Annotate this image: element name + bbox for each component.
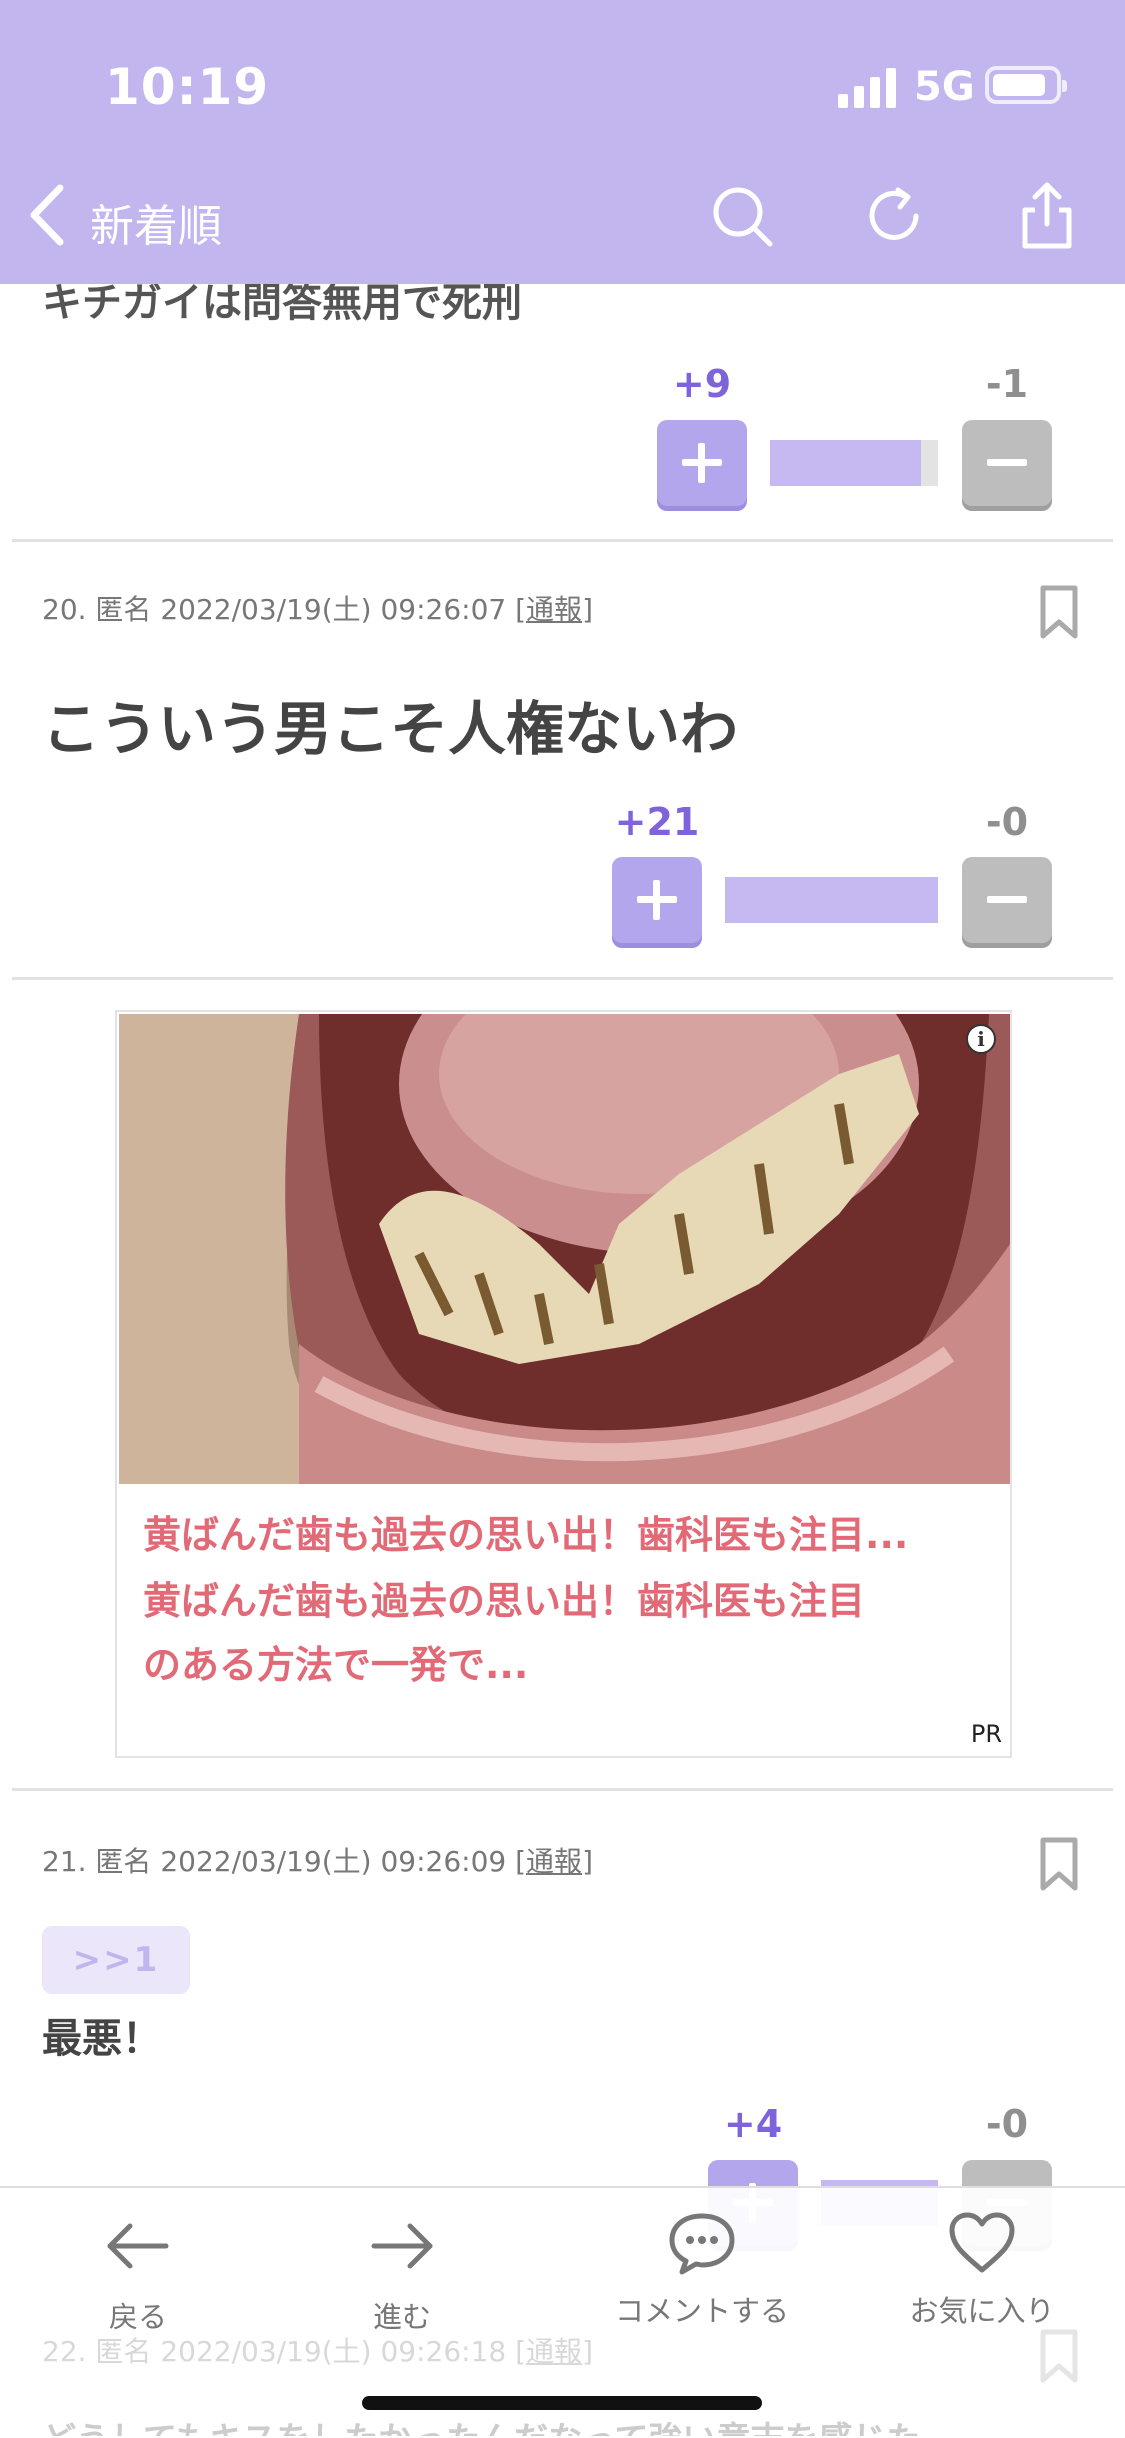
report-link[interactable]: 通報 <box>526 593 582 626</box>
post-meta-text: 21. 匿名 2022/03/19(土) 09:26:09 [ <box>42 1845 527 1878</box>
divider <box>12 977 1113 980</box>
post-body: こういう男こそ人権ないわ <box>42 695 739 763</box>
reload-icon[interactable] <box>860 180 932 252</box>
post-meta-text: 20. 匿名 2022/03/19(土) 09:26:07 [ <box>42 593 527 626</box>
network-label: 5G <box>914 64 975 110</box>
bookmark-icon[interactable] <box>1035 1834 1083 1894</box>
report-link[interactable]: 通報 <box>526 2335 582 2368</box>
battery-icon <box>985 66 1067 104</box>
vote-ratio-bar <box>770 440 938 486</box>
ad-image[interactable] <box>119 1014 1010 1484</box>
plus-count: +21 <box>614 800 700 844</box>
favorite-tab[interactable]: お気に入り <box>872 2210 1092 2330</box>
post-body-partial: どうしてもキスをしたかったんだなって強い意志を感じた <box>42 2412 921 2436</box>
back-label[interactable]: 新着順 <box>90 190 222 254</box>
minus-count: -1 <box>985 362 1029 406</box>
arrow-left-icon <box>107 2223 169 2269</box>
ad-headline[interactable]: 黄ばんだ歯も過去の思い出！歯科医も注目... <box>143 1504 908 1559</box>
plus-vote-button[interactable] <box>657 420 747 506</box>
post-meta-text: 22. 匿名 2022/03/19(土) 09:26:18 [ <box>42 2335 527 2368</box>
ad-card[interactable]: i 黄ばんだ歯も過去の思い出！歯科医も注目... 黄ばんだ歯も過去の思い出！歯科… <box>115 1010 1012 1758</box>
comment-tab-label: コメントする <box>614 2294 789 2328</box>
post-meta: 20. 匿名 2022/03/19(土) 09:26:07 [通報] <box>42 588 593 628</box>
post-meta: 22. 匿名 2022/03/19(土) 09:26:18 [通報] <box>42 2330 593 2370</box>
share-icon[interactable] <box>1011 180 1083 252</box>
post-meta-suffix: ] <box>582 1845 593 1878</box>
comment-icon <box>669 2213 735 2275</box>
bookmark-icon[interactable] <box>1035 2326 1083 2386</box>
bookmark-icon[interactable] <box>1035 582 1083 642</box>
ad-pr-label: PR <box>970 1720 1002 1748</box>
favorite-tab-label: お気に入り <box>909 2294 1055 2328</box>
reply-anchor-link[interactable]: >>1 <box>42 1926 190 1994</box>
heart-icon <box>949 2212 1015 2273</box>
plus-count: +4 <box>723 2102 783 2146</box>
app-header: 10:19 5G 新着順 <box>0 0 1125 284</box>
back-tab[interactable]: 戻る <box>28 2210 248 2336</box>
comment-tab[interactable]: コメントする <box>592 2210 812 2330</box>
ad-info-icon[interactable]: i <box>966 1024 996 1054</box>
minus-count: -0 <box>985 2102 1029 2146</box>
minus-vote-button[interactable] <box>962 857 1052 943</box>
arrow-right-icon <box>371 2223 433 2269</box>
home-indicator <box>362 2396 762 2410</box>
post-meta-suffix: ] <box>582 2335 593 2368</box>
search-icon[interactable] <box>706 180 778 252</box>
minus-vote-button[interactable] <box>962 420 1052 506</box>
status-time: 10:19 <box>105 58 270 116</box>
ad-description-line-2[interactable]: のある方法で一発で... <box>143 1634 528 1689</box>
divider <box>12 1788 1113 1791</box>
plus-count: +9 <box>672 362 732 406</box>
minus-count: -0 <box>985 800 1029 844</box>
post-meta-suffix: ] <box>582 593 593 626</box>
post-meta: 21. 匿名 2022/03/19(土) 09:26:09 [通報] <box>42 1840 593 1880</box>
back-chevron-icon[interactable] <box>22 182 72 248</box>
post-body: 最悪！ <box>42 2016 162 2062</box>
forward-tab[interactable]: 進む <box>292 2210 512 2336</box>
vote-ratio-bar <box>725 877 938 923</box>
report-link[interactable]: 通報 <box>526 1845 582 1878</box>
plus-vote-button[interactable] <box>612 857 702 943</box>
divider <box>12 539 1113 542</box>
ad-description-line-1[interactable]: 黄ばんだ歯も過去の思い出！歯科医も注目 <box>143 1570 865 1625</box>
signal-icon <box>838 66 898 108</box>
